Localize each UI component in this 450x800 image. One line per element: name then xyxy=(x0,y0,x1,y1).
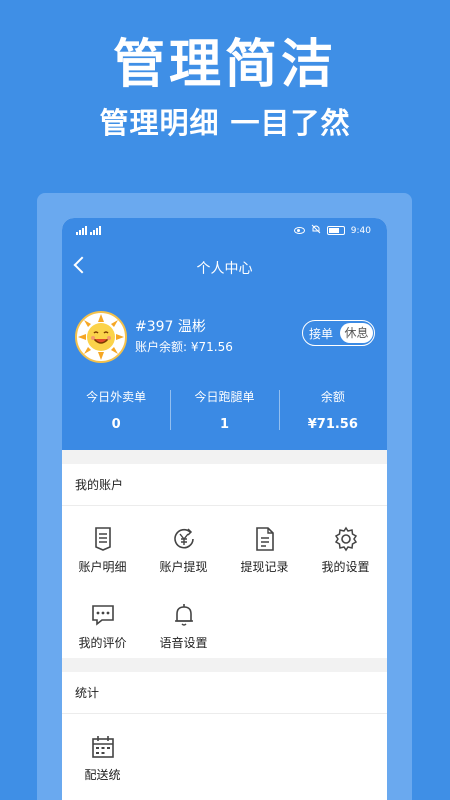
menu-label: 我的评价 xyxy=(78,636,127,650)
stat-label: 今日外卖单 xyxy=(86,390,147,404)
menu-label: 配送统 xyxy=(84,768,121,782)
menu-label: 账户明细 xyxy=(78,560,127,574)
stats-row: 今日外卖单 0 今日跑腿单 1 余额 ¥71.56 xyxy=(62,384,387,440)
menu-my-reviews[interactable]: 我的评价 xyxy=(62,588,143,664)
document-icon xyxy=(94,527,111,551)
page-title: 个人中心 xyxy=(196,261,253,277)
gear-icon xyxy=(334,526,357,552)
menu-account-details[interactable]: 账户明细 xyxy=(62,512,143,588)
menu-voice-settings[interactable]: 语音设置 xyxy=(143,588,224,664)
menu-label: 提现记录 xyxy=(240,560,289,574)
battery-icon xyxy=(326,226,345,235)
stat-errand-orders[interactable]: 今日跑腿单 1 xyxy=(170,384,278,440)
menu-label: 账户提现 xyxy=(159,560,208,574)
balance-value: ¥71.56 xyxy=(190,340,233,354)
menu-account-withdraw[interactable]: 账户提现 xyxy=(143,512,224,588)
bell-icon xyxy=(174,604,193,626)
calendar-icon xyxy=(91,736,114,758)
status-time: 9:40 xyxy=(350,225,371,236)
balance-label: 账户余额: xyxy=(135,340,188,354)
stat-value: ¥71.56 xyxy=(307,417,358,432)
signal-icon xyxy=(90,225,102,235)
account-section: 我的账户 账户明细 账户提现 提现记录 我的设置 我的评价 语音设置 xyxy=(62,464,387,658)
stat-takeaway-orders[interactable]: 今日外卖单 0 xyxy=(62,384,170,440)
profile-balance: 账户余额: ¥71.56 xyxy=(135,338,233,355)
profile-header: 9:40 个人中心 #397 温彬 账户余额: ¥71.56 接单 休息 今日外… xyxy=(62,218,387,450)
eye-icon xyxy=(293,227,305,234)
signal-icon xyxy=(76,225,88,235)
phone-screen: 9:40 个人中心 #397 温彬 账户余额: ¥71.56 接单 休息 今日外… xyxy=(62,218,387,800)
chat-bubble-icon xyxy=(91,605,114,626)
stat-value: 0 xyxy=(111,417,121,432)
stat-balance[interactable]: 余额 ¥71.56 xyxy=(278,384,387,440)
toggle-rest[interactable]: 休息 xyxy=(340,323,373,343)
menu-label: 我的设置 xyxy=(321,560,370,574)
sun-avatar xyxy=(78,314,124,360)
menu-label: 语音设置 xyxy=(159,636,208,650)
toggle-accept-orders[interactable]: 接单 xyxy=(303,325,339,342)
stat-label: 余额 xyxy=(320,390,345,404)
promo-title: 管理简洁 xyxy=(112,35,337,95)
menu-my-settings[interactable]: 我的设置 xyxy=(305,512,386,588)
work-status-toggle[interactable]: 接单 休息 xyxy=(302,320,375,346)
profile-name: #397 温彬 xyxy=(135,319,206,335)
status-bar: 9:40 xyxy=(62,218,387,244)
menu-delivery-stats[interactable]: 配送统 xyxy=(62,720,143,796)
stat-label: 今日跑腿单 xyxy=(194,390,255,404)
yen-coin-icon xyxy=(173,528,194,549)
section-title: 统计 xyxy=(62,672,387,714)
menu-withdraw-records[interactable]: 提现记录 xyxy=(224,512,305,588)
bell-slash-icon xyxy=(311,224,321,237)
nav-bar: 个人中心 xyxy=(62,248,387,288)
promo-subtitle: 管理明细 一目了然 xyxy=(99,106,351,140)
statistics-section: 统计 配送统 xyxy=(62,672,387,800)
avatar[interactable] xyxy=(75,311,127,363)
file-text-icon xyxy=(255,527,274,551)
section-title: 我的账户 xyxy=(62,464,387,506)
stat-value: 1 xyxy=(219,417,230,432)
